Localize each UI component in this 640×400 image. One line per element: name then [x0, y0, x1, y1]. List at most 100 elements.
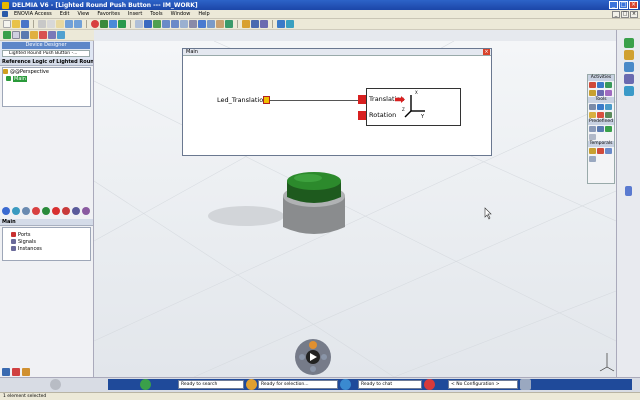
menu-favorites[interactable]: Favorites [93, 11, 124, 17]
menu-close-button[interactable]: × [630, 11, 638, 18]
zoom-in-icon[interactable] [162, 20, 170, 28]
device-designer-label[interactable]: Device Designer [2, 42, 90, 49]
step-icon[interactable] [12, 207, 20, 215]
activity-icon[interactable] [597, 82, 604, 88]
trace-icon[interactable] [22, 207, 30, 215]
measure-icon[interactable] [242, 20, 250, 28]
signal-icon[interactable] [42, 207, 50, 215]
tree-item-signals[interactable]: Signals [11, 238, 90, 245]
paste-icon[interactable] [56, 20, 64, 28]
new-icon[interactable] [3, 20, 11, 28]
menu-enovia-access[interactable]: ENOVIA Access [10, 11, 56, 17]
apps-icon[interactable] [623, 38, 634, 48]
main-window-close-button[interactable]: × [483, 49, 490, 55]
tree-item-instances[interactable]: Instances [11, 245, 90, 252]
predefined-icon[interactable] [597, 126, 604, 132]
main-logic-window[interactable]: Main × Led_Translation Translation Rotat… [182, 48, 492, 156]
activity-icon[interactable] [589, 82, 596, 88]
search-icon[interactable] [623, 86, 634, 96]
search-input[interactable]: Ready to search [178, 380, 244, 389]
tool-icon[interactable] [605, 104, 612, 110]
normal-view-icon[interactable] [180, 20, 188, 28]
tree-item-perspective[interactable]: @@Perspective [3, 68, 90, 75]
select-icon[interactable] [3, 31, 11, 39]
iso-view-icon[interactable] [198, 20, 206, 28]
object-path[interactable]: Lighted Round Push Button -... [2, 50, 90, 57]
chat-input[interactable]: Ready to chat [358, 380, 422, 389]
properties-icon[interactable] [48, 31, 56, 39]
import-icon[interactable] [277, 20, 285, 28]
play-icon[interactable] [2, 207, 10, 215]
tool-icon[interactable] [589, 112, 596, 118]
lock-icon[interactable] [39, 31, 47, 39]
refresh-icon[interactable] [109, 20, 117, 28]
rotate-icon[interactable] [153, 20, 161, 28]
output-port-icon[interactable] [263, 96, 270, 104]
render-style-icon[interactable] [207, 20, 215, 28]
layout-icon[interactable] [2, 368, 10, 376]
actuator-block[interactable]: Translation Rotation X Z Y [366, 88, 461, 126]
chat-app-icon[interactable] [340, 379, 351, 390]
select-app-icon[interactable] [246, 379, 257, 390]
export-icon[interactable] [286, 20, 294, 28]
rotation-input-port-icon[interactable] [358, 111, 366, 120]
tool-icon[interactable] [589, 104, 596, 110]
compass-small-icon[interactable] [50, 379, 61, 390]
update-icon[interactable] [118, 20, 126, 28]
tool-icon[interactable] [597, 112, 604, 118]
chart-icon[interactable] [12, 368, 20, 376]
publish-icon[interactable] [30, 31, 38, 39]
save-icon[interactable] [21, 20, 29, 28]
menu-help[interactable]: Help [194, 11, 213, 17]
activity-icon[interactable] [605, 82, 612, 88]
translation-input-port-icon[interactable] [358, 95, 366, 104]
add-port-icon[interactable] [62, 207, 70, 215]
menu-edit[interactable]: Edit [56, 11, 74, 17]
copy-icon[interactable] [47, 20, 55, 28]
explore-icon[interactable] [12, 31, 20, 39]
tool-icon[interactable] [605, 112, 612, 118]
compass-tool-icon[interactable] [260, 20, 268, 28]
open-icon[interactable] [12, 20, 20, 28]
timer-icon[interactable] [589, 148, 596, 154]
tool-icon[interactable] [597, 104, 604, 110]
expand-arrow-icon[interactable] [625, 186, 632, 196]
share-icon[interactable] [623, 62, 634, 72]
tree-item-ports[interactable]: Ports [11, 231, 90, 238]
menu-minimize-button[interactable]: _ [612, 11, 620, 18]
predefined-icon[interactable] [589, 134, 596, 140]
clock-icon[interactable] [605, 148, 612, 154]
tree-item-main[interactable]: Main [3, 75, 90, 82]
redo-icon[interactable] [74, 20, 82, 28]
config-app-icon[interactable] [424, 379, 435, 390]
filter-icon[interactable] [57, 31, 65, 39]
predefined-icon[interactable] [605, 126, 612, 132]
delay-icon[interactable] [597, 148, 604, 154]
undo-icon[interactable] [65, 20, 73, 28]
activity-icon[interactable] [605, 90, 612, 96]
record-icon[interactable] [32, 207, 40, 215]
counter-icon[interactable] [589, 156, 596, 162]
activity-icon[interactable] [589, 90, 596, 96]
configuration-select[interactable]: < No Configuration > [448, 380, 518, 389]
pan-icon[interactable] [144, 20, 152, 28]
hide-show-icon[interactable] [216, 20, 224, 28]
folder-icon[interactable] [623, 50, 634, 60]
navigate-icon[interactable] [21, 31, 29, 39]
network-icon[interactable] [100, 20, 108, 28]
search-app-icon[interactable] [140, 379, 151, 390]
grid-icon[interactable] [251, 20, 259, 28]
menu-tools[interactable]: Tools [146, 11, 166, 17]
menu-window[interactable]: Window [167, 11, 195, 17]
close-button[interactable]: × [629, 1, 638, 9]
predefined-icon[interactable] [589, 126, 596, 132]
settings-icon[interactable] [22, 368, 30, 376]
fit-all-icon[interactable] [135, 20, 143, 28]
cut-icon[interactable] [38, 20, 46, 28]
menu-restore-button[interactable]: □ [621, 11, 629, 18]
activity-icon[interactable] [597, 90, 604, 96]
zoom-out-icon[interactable] [171, 20, 179, 28]
maximize-button[interactable]: □ [619, 1, 628, 9]
link-icon[interactable] [82, 207, 90, 215]
social-icon[interactable] [623, 74, 634, 84]
